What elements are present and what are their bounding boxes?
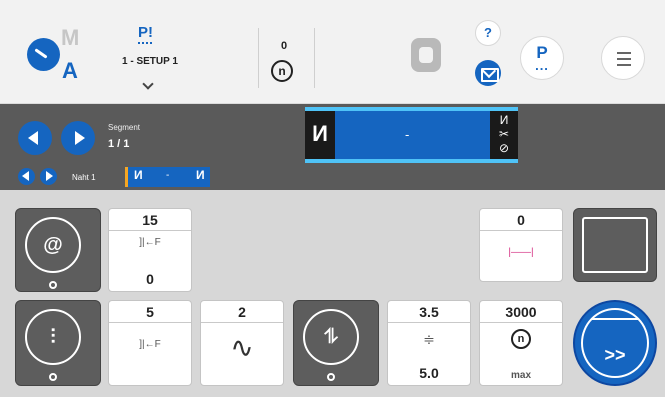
divider: [258, 28, 259, 88]
program-icon: P!: [138, 24, 153, 44]
program-button[interactable]: P ...: [520, 36, 564, 80]
wave-icon: ∿: [230, 332, 254, 363]
chevron-left-icon: [28, 131, 38, 145]
fast-forward-button[interactable]: >>: [573, 300, 657, 386]
stitch-pattern-icon: [582, 217, 648, 273]
presser-foot-icon: ⫶: [50, 326, 56, 348]
top-bar: M A P! 1 - SETUP 1 0 n ? P ...: [0, 0, 665, 104]
stitch-length-icon: ≑: [423, 331, 435, 347]
segment-next-button[interactable]: [61, 121, 95, 155]
foot-pressure-value: 5: [109, 301, 191, 323]
mail-icon[interactable]: [475, 60, 501, 86]
p-dots: ...: [535, 58, 549, 73]
segment-bar: Segment 1 / 1 Naht 1 И - И И - И ✂ ⊘: [0, 104, 665, 190]
mode-manual-label[interactable]: M: [61, 25, 79, 51]
segment-start-icon: И: [305, 111, 335, 159]
segment-prev-button[interactable]: [18, 121, 52, 155]
stitch-length-secondary: 5.0: [419, 365, 439, 381]
mode-icon[interactable]: [27, 38, 60, 71]
chevron-right-icon: [46, 171, 53, 181]
seam-end-icon: И: [196, 168, 205, 182]
distance-icon: |——|: [508, 247, 534, 258]
seam-prev-button[interactable]: [18, 168, 35, 185]
distance-value: 0: [480, 209, 562, 231]
program-name: 1 - SETUP 1: [122, 56, 178, 67]
help-button[interactable]: ?: [475, 20, 501, 46]
stitch-length-box[interactable]: 3.5 ≑ 5.0: [387, 300, 471, 386]
chevron-left-icon: [22, 171, 29, 181]
thread-trimmer-button[interactable]: ⥮: [293, 300, 379, 386]
counter-icon[interactable]: n: [271, 60, 293, 82]
speed-box[interactable]: 3000 n max: [479, 300, 563, 386]
stitch-length-value: 3.5: [388, 301, 470, 323]
parameter-panel: @ 15 ]|←F 0 0 |——| ⫶ 5 ]|←F 2 ∿ ⥮ 3.5 ≑ …: [0, 190, 665, 397]
segment-value: 1 / 1: [108, 138, 130, 150]
speed-value: 3000: [480, 301, 562, 323]
wave-value: 2: [201, 301, 283, 323]
foot-pressure-box[interactable]: 5 ]|←F: [108, 300, 192, 386]
divider: [314, 28, 315, 88]
stitch-pattern-button[interactable]: [573, 208, 657, 282]
thread-trimmer-icon: ⥮: [323, 326, 339, 348]
q-icon[interactable]: [411, 38, 441, 72]
thread-tension-box[interactable]: 15 ]|←F 0: [108, 208, 192, 292]
bobbin-icon: @: [43, 234, 63, 256]
chevron-down-icon[interactable]: [142, 78, 154, 90]
menu-icon[interactable]: [601, 36, 645, 80]
segment-track-label: -: [405, 127, 410, 142]
fast-forward-icon: >>: [604, 345, 626, 365]
segment-track[interactable]: И - И ✂ ⊘: [305, 107, 518, 163]
seam-next-button[interactable]: [40, 168, 57, 185]
segment-label: Segment: [108, 123, 141, 132]
seam-overview-track[interactable]: И - И: [125, 167, 210, 187]
seam-start-icon: И: [134, 168, 143, 182]
chevron-right-icon: [75, 131, 85, 145]
bobbin-thread-button[interactable]: @: [15, 208, 101, 292]
segment-end-icon: И ✂ ⊘: [490, 111, 518, 159]
presser-foot-button[interactable]: ⫶: [15, 300, 101, 386]
seam-mid-label: -: [166, 170, 170, 181]
thread-tension-icon: ]|←F: [139, 237, 161, 248]
foot-pressure-icon: ]|←F: [139, 339, 161, 350]
mode-auto-label[interactable]: A: [62, 58, 78, 84]
wave-box[interactable]: 2 ∿: [200, 300, 284, 386]
thread-tension-value: 15: [109, 209, 191, 231]
speed-icon: n: [511, 329, 531, 349]
seam-label: Naht 1: [72, 173, 96, 182]
speed-max-label: max: [510, 370, 531, 381]
piece-counter-value: 0: [280, 40, 288, 52]
thread-tension-secondary: 0: [146, 271, 154, 287]
distance-box[interactable]: 0 |——|: [479, 208, 563, 282]
